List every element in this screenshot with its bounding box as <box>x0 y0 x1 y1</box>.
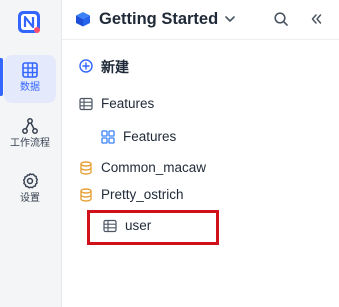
tree-item-label: Features <box>101 96 155 111</box>
app-logo[interactable] <box>17 10 41 34</box>
tree-item-features-view[interactable]: Features <box>101 127 281 147</box>
highlight-box <box>87 210 219 245</box>
rail-item-label: 数据 <box>20 82 40 93</box>
table-icon <box>79 97 93 111</box>
workflow-icon <box>22 118 38 134</box>
plus-circle-icon <box>79 59 93 73</box>
tree-item-common-macaw[interactable]: Common_macaw <box>79 158 279 178</box>
header-divider <box>62 39 339 40</box>
tree-item-pretty-ostrich[interactable]: Pretty_ostrich <box>79 185 279 205</box>
tree-item-label: Common_macaw <box>101 160 207 175</box>
rail-item-data[interactable]: 数据 <box>4 55 56 103</box>
left-rail: 数据 工作流程 设置 <box>0 0 62 307</box>
new-button[interactable]: 新建 <box>79 56 199 76</box>
grid-view-icon <box>101 130 115 144</box>
collapse-sidebar-icon[interactable] <box>308 11 324 27</box>
workspace-title[interactable]: Getting Started <box>99 10 218 29</box>
tree-item-label: Pretty_ostrich <box>101 187 184 202</box>
database-icon <box>80 161 92 175</box>
gear-icon <box>22 173 38 189</box>
workspace-cube-icon <box>76 12 90 27</box>
search-icon[interactable] <box>273 11 289 27</box>
grid-table-icon <box>22 62 38 78</box>
rail-item-label: 设置 <box>20 193 40 204</box>
rail-item-label: 工作流程 <box>10 138 50 149</box>
rail-item-workflow[interactable]: 工作流程 <box>4 111 56 159</box>
rail-item-settings[interactable]: 设置 <box>4 166 56 214</box>
new-button-label: 新建 <box>101 60 129 76</box>
sidebar-panel: Getting Started 新建 Features Features Com… <box>62 0 339 307</box>
tree-item-features-table[interactable]: Features <box>79 94 279 114</box>
rail-active-indicator <box>0 58 3 96</box>
database-icon <box>80 188 92 202</box>
chevron-down-icon[interactable] <box>224 13 236 25</box>
tree-item-label: Features <box>123 129 177 144</box>
